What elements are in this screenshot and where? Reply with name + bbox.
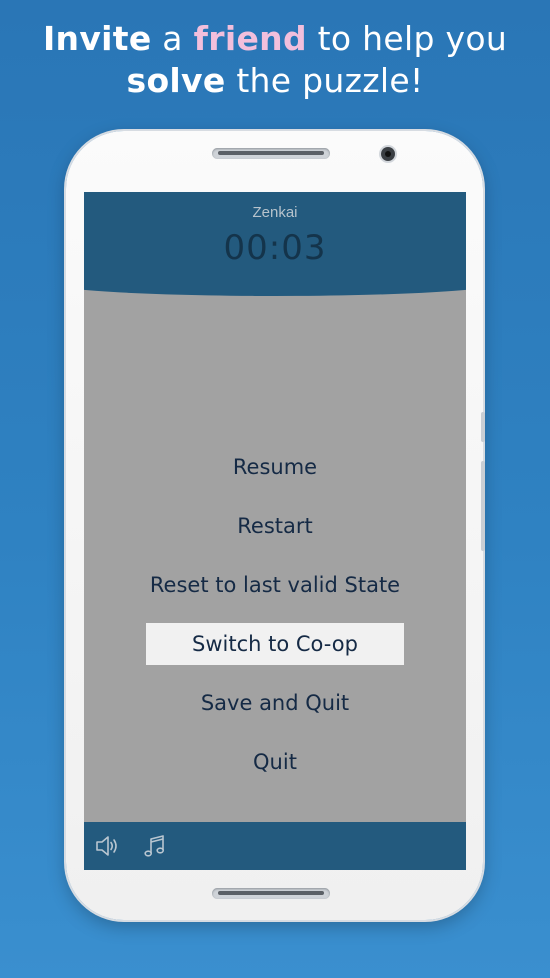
- game-screen: Zenkai 00:03 Resume Restart Reset to las…: [84, 192, 466, 870]
- headline-word-invite: Invite: [42, 19, 152, 58]
- music-note-icon[interactable]: [142, 833, 168, 859]
- menu-item-label: Restart: [237, 514, 313, 538]
- bottom-bar: [84, 822, 466, 870]
- headline-text-puzzle: the puzzle!: [225, 61, 424, 100]
- menu-item-save-quit[interactable]: Save and Quit: [84, 682, 466, 741]
- menu-item-restart[interactable]: Restart: [84, 505, 466, 564]
- phone-side-button: [481, 412, 485, 442]
- headline-line-2: solve the puzzle!: [0, 60, 550, 102]
- menu-item-switch-coop[interactable]: Switch to Co-op: [84, 623, 466, 682]
- menu-item-label: Reset to last valid State: [149, 573, 401, 597]
- phone-bottom-speaker: [212, 888, 330, 899]
- promo-headline: Invite a friend to help you solve the pu…: [0, 18, 550, 102]
- phone-frame: Zenkai 00:03 Resume Restart Reset to las…: [66, 131, 485, 920]
- menu-item-label: Resume: [232, 455, 318, 479]
- headline-text-help: to help you: [306, 19, 508, 58]
- menu-item-label: Switch to Co-op: [146, 623, 404, 665]
- menu-item-label: Quit: [253, 750, 297, 774]
- headline-word-solve: solve: [126, 61, 226, 100]
- phone-top-speaker: [212, 148, 330, 159]
- menu-item-quit[interactable]: Quit: [84, 741, 466, 800]
- menu-item-label: Save and Quit: [200, 691, 350, 715]
- menu-item-resume[interactable]: Resume: [84, 446, 466, 505]
- headline-word-friend: friend: [193, 19, 307, 58]
- game-timer: 00:03: [223, 228, 327, 268]
- phone-camera: [381, 147, 395, 161]
- phone-side-button: [481, 461, 485, 551]
- headline-line-1: Invite a friend to help you: [0, 18, 550, 60]
- speaker-icon[interactable]: [94, 833, 120, 859]
- headline-text-a: a: [151, 19, 194, 58]
- menu-item-reset-state[interactable]: Reset to last valid State: [84, 564, 466, 623]
- pause-menu: Resume Restart Reset to last valid State…: [84, 446, 466, 800]
- level-name: Zenkai: [252, 204, 298, 221]
